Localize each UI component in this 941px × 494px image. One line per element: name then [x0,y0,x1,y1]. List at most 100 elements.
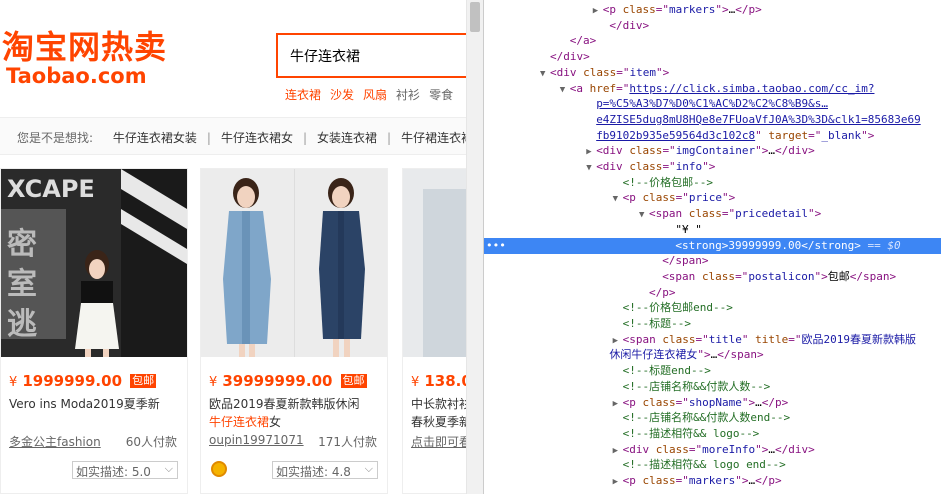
suggestion-link[interactable]: 牛仔裙连衣裙 [401,131,466,145]
suggestion-link[interactable]: 女装连衣裙 [317,131,377,145]
suggestion-link[interactable]: 牛仔连衣裙女 [221,131,293,145]
shop-name-link[interactable]: oupin19971071 [209,433,304,447]
medal-icon [211,461,227,477]
dom-node-line[interactable]: ▶ <p class="markers">…</p> [484,2,941,18]
dom-token: =" [688,442,703,456]
chevron-down-icon: ⌵ [164,462,173,475]
dom-token: </span> [662,254,709,268]
dom-token: =" [675,191,689,205]
dom-node-line[interactable]: </div> [484,18,941,34]
hot-word-link[interactable]: 连衣裙 [285,88,321,102]
dom-token: "¥ " [675,222,702,236]
logo-main-text: 淘宝网热卖 [2,28,168,66]
collapse-triangle-icon[interactable]: ▼ [613,191,623,207]
dom-token: href [589,81,617,95]
currency-symbol: ¥ [411,375,420,390]
hot-word-link[interactable]: 衬衫 [396,88,420,102]
search-input[interactable]: 牛仔连衣裙 [290,46,360,66]
title-text: 春秋夏季新 [411,415,466,429]
dom-token: </div> [609,18,650,32]
dom-node-line[interactable]: <!--价格包邮end--> [484,300,941,316]
search-box[interactable]: 牛仔连衣裙 [276,33,466,78]
dom-node-line[interactable]: ▼ <p class="price"> [484,190,941,206]
dom-node-line[interactable]: <!--价格包邮--> [484,175,941,191]
dom-token: "> [697,348,711,362]
rating-dropdown[interactable]: 如实描述: 5.0 ⌵ [72,461,178,479]
expand-triangle-icon[interactable]: ▶ [593,3,603,19]
dom-node-line[interactable]: <!--标题end--> [484,363,941,379]
dom-node-line[interactable]: "¥ " [484,222,941,238]
rating-dropdown[interactable]: 如实描述: 4.8 ⌵ [272,461,378,479]
dom-token: class [642,395,676,409]
dom-token: <!--店铺名称&&付款人数--> [622,379,771,393]
dom-node-selected[interactable]: ••• <strong>39999999.00</strong> == $0 [484,237,941,254]
dom-node-line[interactable]: e4ZISE5dug8mU8HQe8e7FUoaVfJ0A%3D%3D&clk1… [484,112,941,128]
expand-triangle-icon[interactable]: ▶ [613,443,623,459]
expand-triangle-icon[interactable]: ▶ [613,474,623,490]
product-card[interactable]: XCAPE 密 室 逃 ¥ 1999999.00 包邮 Vero ins Mod… [0,168,188,494]
dom-node-line[interactable]: ▶ <p class="markers">…</p> [484,473,941,489]
product-title[interactable]: Vero ins Moda2019夏季新 [9,395,184,435]
dom-node-line[interactable]: ▼ <a href="https://click.simba.taobao.com… [484,81,941,97]
dom-node-line[interactable]: <span class="postalicon">包邮</span> [484,269,941,285]
product-card[interactable]: ¥ 39999999.00 包邮 欧品2019春夏新款韩版休闲 牛仔连衣裙女 o… [200,168,388,494]
dom-node-line[interactable]: 休闲牛仔连衣裙女">…</span> [484,347,941,363]
expand-triangle-icon[interactable]: ▶ [586,144,596,160]
expand-triangle-icon[interactable]: ▶ [613,333,623,349]
hot-word-link[interactable]: 沙发 [330,88,354,102]
dom-node-line[interactable]: ▶ <div class="moreInfo">…</div> [484,442,941,458]
collapse-triangle-icon[interactable]: ▼ [540,66,550,82]
dom-node-line[interactable]: ▶ <div class="imgContainer">…</div> [484,143,941,159]
suggestion-link[interactable]: 牛仔连衣裙女装 [113,131,197,145]
dom-token: _blank [821,128,862,142]
dom-node-line[interactable]: <!--店铺名称&&付款人数--> [484,379,941,395]
collapse-triangle-icon[interactable]: ▼ [639,207,649,223]
dom-node-line[interactable]: fb9102b935e59564d3c102c8" target="_blank… [484,128,941,144]
paid-count: 171人付款 [318,435,377,449]
dom-token: <span [649,207,689,221]
hot-word-link[interactable]: 零食 [429,88,453,102]
product-image[interactable] [201,169,387,357]
dom-token: </strong> [801,238,861,252]
dom-node-line[interactable]: p=%C5%A3%D7%D0%C1%AC%D2%C2%C8%B9&s… [484,96,941,112]
dom-token: =" [662,144,676,158]
dom-node-line[interactable]: </p> [484,285,941,301]
product-card[interactable]: ¥ 138.0 中长款衬衫 春秋夏季新 点击即可看 [402,168,466,494]
dom-node-line[interactable]: ▼ <span class="pricedetail"> [484,206,941,222]
dom-node-line[interactable]: <!--标题--> [484,316,941,332]
product-title[interactable]: 中长款衬衫 春秋夏季新 [411,395,466,435]
dom-node-line[interactable]: </div> [484,49,941,65]
dom-node-line[interactable]: ▼ <div class="item"> [484,65,941,81]
title-text: Vero ins Moda2019夏季新 [9,397,160,411]
svg-text:逃: 逃 [7,307,37,342]
collapse-triangle-icon[interactable]: ▼ [586,160,596,176]
dom-token: class [629,144,663,158]
product-image[interactable]: XCAPE 密 室 逃 [1,169,187,357]
dom-token: "> [755,144,769,158]
dom-node-line[interactable]: ▼ <div class="info"> [484,159,941,175]
dom-node-line[interactable]: <!--店铺名称&&付款人数end--> [484,410,941,426]
dom-node-line[interactable]: </a> [484,33,941,49]
dom-node-line[interactable]: ▶ <p class="shopName">…</p> [484,395,941,411]
dom-token: e4ZISE5dug8mU8HQe8e7FUoaVfJ0A%3D%3D&clk1… [596,112,921,126]
devtools-elements-panel: ▶ <p class="markers">…</p> </div> </a> </div… [483,0,941,494]
more-options-icon[interactable]: ••• [486,238,506,254]
dom-token: 休闲牛仔连衣裙女 [609,348,698,362]
taobao-logo[interactable]: 淘宝网热卖 Taobao.com [2,28,168,87]
shop-name-link[interactable]: 多金公主fashion [9,433,101,450]
dom-token: <!--标题--> [622,317,691,330]
separator: | [387,131,392,145]
shop-name-link[interactable]: 点击即可看 [411,433,466,450]
hot-word-link[interactable]: 风扇 [363,88,387,102]
expand-triangle-icon[interactable]: ▶ [613,396,623,412]
product-image[interactable] [403,169,466,357]
scrollbar-thumb[interactable] [470,2,480,32]
dom-node-line[interactable]: <!--描述相符&& logo end--> [484,457,941,473]
product-title[interactable]: 欧品2019春夏新款韩版休闲 牛仔连衣裙女 [209,395,384,435]
dom-node-line[interactable]: <!--描述相符&& logo--> [484,426,941,442]
title-text: 中长款衬衫 [411,397,466,411]
dom-node-line[interactable]: </span> [484,253,941,269]
collapse-triangle-icon[interactable]: ▼ [560,82,570,98]
page-scrollbar[interactable] [466,0,483,494]
dom-node-line[interactable]: ▶ <span class="title" title="欧品2019春夏新款韩版 [484,332,941,348]
